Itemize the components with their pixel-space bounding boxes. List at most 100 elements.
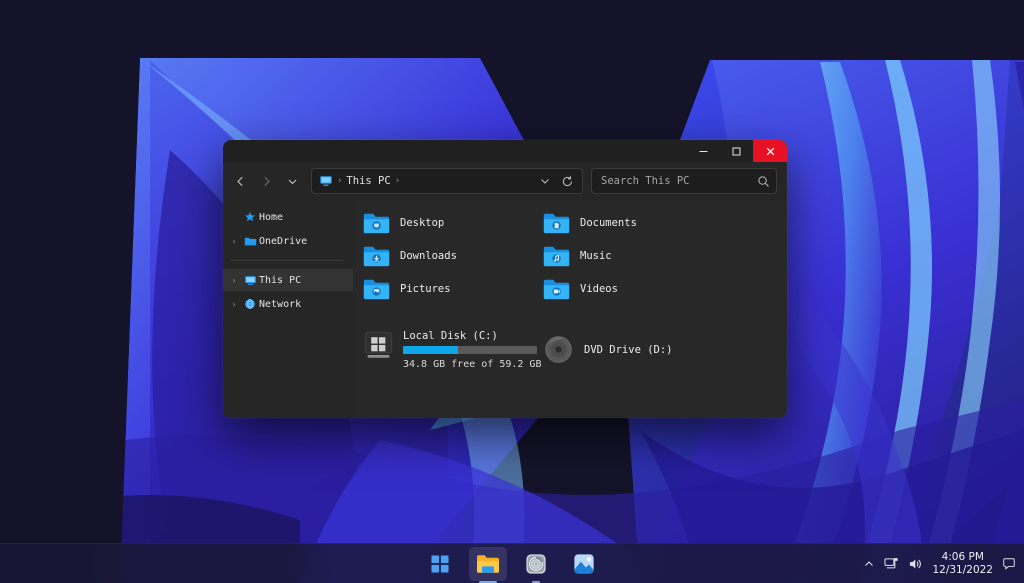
expand-chevron[interactable]: › <box>227 237 241 246</box>
chevron-down-icon <box>541 179 549 184</box>
taskbar-item-start[interactable] <box>421 547 459 581</box>
this-pc-icon <box>320 176 332 186</box>
volume-tray-icon[interactable] <box>908 557 923 571</box>
folder-item-downloads[interactable]: Downloads <box>363 245 543 267</box>
folder-label: Videos <box>580 283 618 295</box>
folder-label: Documents <box>580 217 637 229</box>
taskbar-clock[interactable]: 4:06 PM 12/31/2022 <box>932 551 993 578</box>
hard-drive-icon <box>364 331 393 358</box>
notifications-button[interactable] <box>1002 557 1016 571</box>
onedrive-folder-icon <box>241 235 259 248</box>
system-tray[interactable]: 4:06 PM 12/31/2022 <box>863 544 1016 583</box>
close-button[interactable] <box>753 140 787 162</box>
desktop-folder-icon <box>363 213 390 234</box>
videos-folder-icon <box>543 279 570 300</box>
taskbar-item-photos[interactable] <box>565 547 603 581</box>
capacity-bar <box>403 346 537 354</box>
capacity-bar-fill <box>403 346 458 354</box>
maximize-button[interactable] <box>720 140 753 162</box>
refresh-icon <box>562 175 572 186</box>
music-folder-icon <box>543 246 570 267</box>
taskbar[interactable]: 4:06 PM 12/31/2022 <box>0 543 1024 583</box>
documents-folder-icon <box>543 213 570 234</box>
forward-button[interactable] <box>253 168 279 194</box>
network-icon <box>241 298 259 310</box>
refresh-button[interactable] <box>556 170 578 192</box>
recent-locations-button[interactable] <box>279 168 305 194</box>
folder-label: Pictures <box>400 283 451 295</box>
drive-label: Local Disk (C:) <box>403 330 498 342</box>
sidebar-item-label: This PC <box>259 274 302 286</box>
folders-grid: Desktop Documents Downloads Music Pictur… <box>363 212 787 370</box>
breadcrumb-separator: › <box>337 176 343 186</box>
downloads-folder-icon <box>363 246 390 267</box>
expand-chevron[interactable]: › <box>227 276 241 285</box>
search-icon[interactable] <box>757 175 770 188</box>
taskbar-item-settings[interactable] <box>517 547 555 581</box>
settings-app-icon <box>526 553 546 574</box>
folder-item-videos[interactable]: Videos <box>543 278 787 300</box>
navigation-pane[interactable]: Home › OneDrive › This PC › Network <box>223 200 353 418</box>
folder-item-music[interactable]: Music <box>543 245 787 267</box>
pictures-folder-icon <box>363 279 390 300</box>
breadcrumb[interactable]: › This PC › <box>319 174 534 188</box>
maximize-icon <box>732 147 741 155</box>
notification-bell-icon <box>1003 558 1015 570</box>
folder-label: Music <box>580 250 612 262</box>
chevron-down-icon <box>288 179 296 184</box>
breadcrumb-separator-end[interactable]: › <box>395 176 400 186</box>
this-pc-icon <box>241 274 259 287</box>
navigation-toolbar[interactable]: › This PC › <box>223 162 787 200</box>
drive-item-local-disk[interactable]: Local Disk (C:) 34.8 GB free of 59.2 GB <box>363 329 543 370</box>
sidebar-item-home[interactable]: Home <box>223 206 353 228</box>
content-pane[interactable]: Desktop Documents Downloads Music Pictur… <box>353 200 787 418</box>
dvd-drive-icon <box>545 336 572 363</box>
clock-time: 4:06 PM <box>941 550 984 563</box>
network-tray-icon[interactable] <box>884 557 899 571</box>
minimize-button[interactable] <box>687 140 720 162</box>
window-body: Home › OneDrive › This PC › Network Desk… <box>223 200 787 418</box>
folder-item-pictures[interactable]: Pictures <box>363 278 543 300</box>
chevron-left-icon <box>236 176 243 186</box>
clock-date: 12/31/2022 <box>932 564 993 576</box>
sidebar-item-label: Network <box>259 298 302 310</box>
show-hidden-icons-button[interactable] <box>863 558 875 570</box>
folder-label: Desktop <box>400 217 445 229</box>
drive-label: DVD Drive (D:) <box>584 343 673 356</box>
minimize-icon <box>699 150 708 152</box>
back-button[interactable] <box>227 168 253 194</box>
taskbar-item-file-explorer[interactable] <box>469 546 507 581</box>
close-icon <box>766 147 774 155</box>
folder-label: Downloads <box>400 250 457 262</box>
address-bar[interactable]: › This PC › <box>311 168 583 194</box>
file-explorer-window[interactable]: › This PC › Search This PC Home › OneDri… <box>223 140 787 418</box>
sidebar-item-this-pc[interactable]: › This PC <box>223 269 353 291</box>
drive-free-space: 34.8 GB free of 59.2 GB <box>403 359 542 370</box>
desktop[interactable]: › This PC › Search This PC Home › OneDri… <box>0 0 1024 583</box>
file-explorer-icon <box>477 554 499 573</box>
search-box[interactable] <box>591 168 777 194</box>
address-dropdown-button[interactable] <box>534 170 556 192</box>
home-star-icon <box>241 211 259 223</box>
windows-start-icon <box>431 555 449 572</box>
sidebar-item-onedrive[interactable]: › OneDrive <box>223 230 353 252</box>
folder-item-documents[interactable]: Documents <box>543 212 787 234</box>
search-input[interactable] <box>601 175 757 187</box>
window-titlebar[interactable] <box>223 140 787 162</box>
sidebar-item-label: Home <box>259 211 284 223</box>
breadcrumb-item-this-pc[interactable]: This PC <box>346 175 390 187</box>
folder-item-desktop[interactable]: Desktop <box>363 212 543 234</box>
sidebar-item-label: OneDrive <box>259 235 308 247</box>
drive-item-dvd[interactable]: DVD Drive (D:) <box>543 329 787 370</box>
chevron-right-icon <box>263 176 270 186</box>
drive-details: Local Disk (C:) 34.8 GB free of 59.2 GB <box>403 329 541 370</box>
sidebar-item-network[interactable]: › Network <box>223 293 353 315</box>
photos-app-icon <box>574 553 594 574</box>
network-icon <box>884 558 899 569</box>
volume-icon <box>910 559 922 569</box>
sidebar-divider <box>231 260 343 261</box>
chevron-up-icon <box>865 561 874 566</box>
taskbar-icons <box>421 546 603 581</box>
expand-chevron[interactable]: › <box>227 300 241 309</box>
